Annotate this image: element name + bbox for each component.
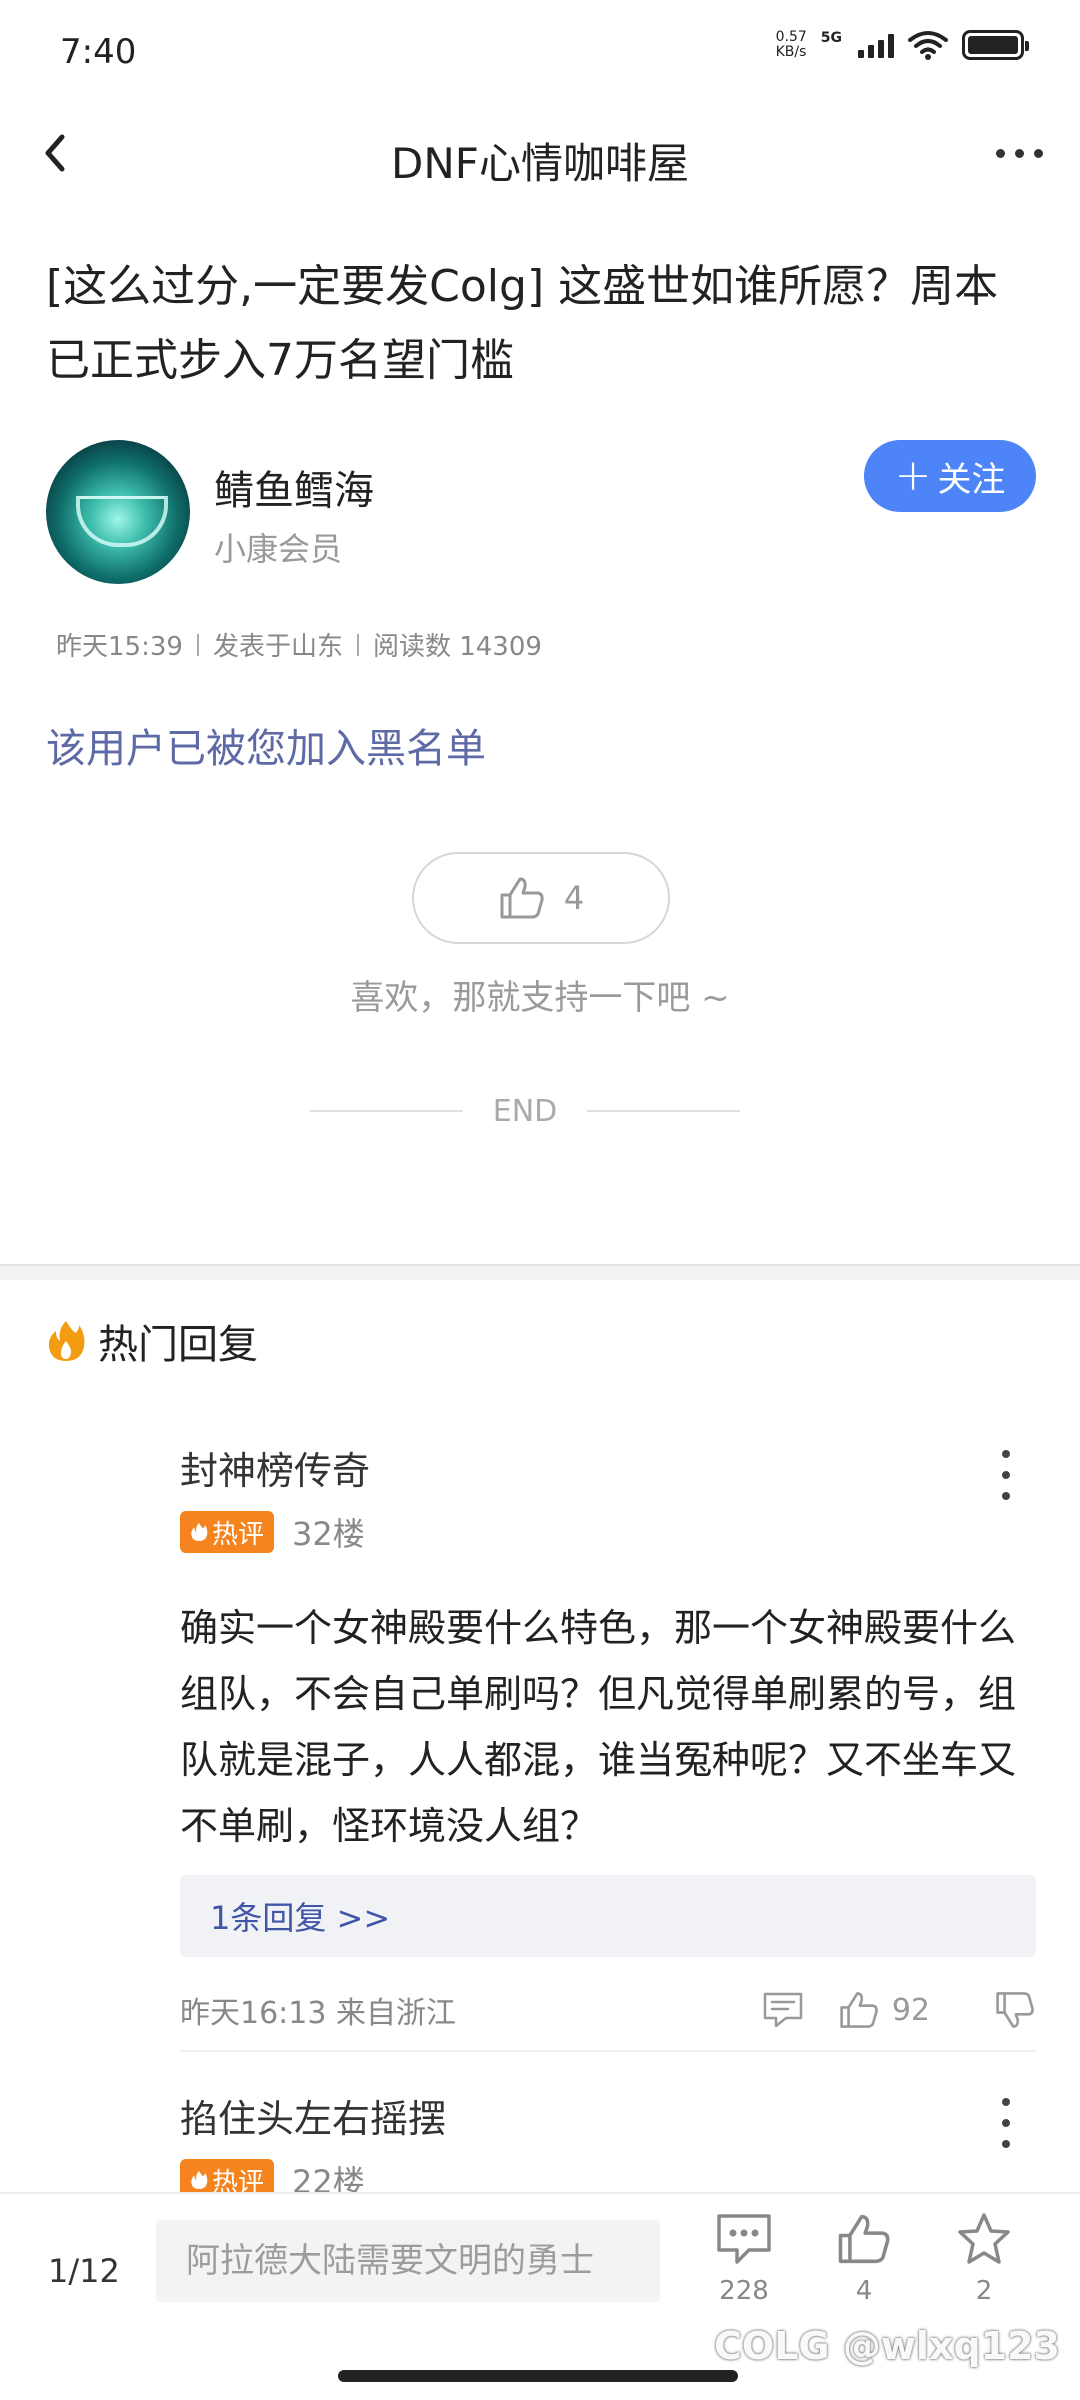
- flame-icon: [191, 2171, 208, 2189]
- follow-button[interactable]: + 关注: [864, 440, 1036, 512]
- flame-icon: [48, 1321, 85, 1361]
- follow-label: 关注: [937, 459, 1006, 500]
- thumbs-up-icon: [838, 2214, 890, 2264]
- meta-divider: [356, 633, 359, 656]
- status-bar: 7:40 0.57 KB/s 5G: [0, 0, 1080, 100]
- view-replies-link[interactable]: 1条回复 >>: [180, 1875, 1036, 1957]
- page-title: DNF心情咖啡屋: [391, 139, 689, 188]
- more-horizontal-icon: [995, 148, 1005, 158]
- avatar[interactable]: [46, 440, 190, 584]
- hot-replies-title: 热门回复: [98, 1322, 258, 1368]
- hot-replies-header: 热门回复: [46, 1312, 258, 1370]
- comment-menu-button[interactable]: [996, 1450, 1016, 1500]
- comment-menu-button[interactable]: [996, 2098, 1016, 2148]
- author-level: 小康会员: [214, 530, 343, 568]
- network-speed-unit: KB/s: [775, 44, 807, 60]
- network-speed-value: 0.57: [775, 29, 807, 45]
- home-indicator[interactable]: [338, 2370, 738, 2382]
- hot-comment-badge: 热评: [180, 1511, 275, 1553]
- signal-icon: [858, 32, 894, 58]
- comment-like-button[interactable]: 92: [838, 1990, 930, 2030]
- status-icons: 0.57 KB/s 5G: [776, 30, 1029, 60]
- comments-button[interactable]: 228: [704, 2212, 784, 2342]
- post-title: [这么过分,一定要发Colg] 这盛世如谁所愿？周本已正式步入7万名望门槛: [46, 261, 999, 386]
- post-like-button[interactable]: 4: [412, 852, 670, 944]
- commenter-name[interactable]: 封神榜传奇: [180, 1440, 1036, 1495]
- comment-floor: 32楼: [292, 1515, 365, 1553]
- post-reads: 阅读数 14309: [372, 632, 542, 662]
- blocked-notice: 该用户已被您加入黑名单: [46, 726, 486, 772]
- post-like-count: 4: [563, 879, 585, 917]
- end-label: END: [492, 1093, 558, 1129]
- thumbs-up-icon: [500, 877, 544, 919]
- wifi-icon: [908, 31, 948, 60]
- post-time: 昨天15:39: [56, 632, 183, 662]
- status-time: 7:40: [60, 32, 137, 72]
- bottom-bar: 1/12 228 4 2 COLG @wlxq123: [0, 2192, 1080, 2400]
- post-location: 发表于山东: [212, 632, 343, 662]
- comment-dislike-button[interactable]: [994, 1990, 1036, 2030]
- battery-fill: [968, 36, 1018, 54]
- favorites-count: 2: [975, 2276, 993, 2306]
- plus-icon: +: [894, 450, 932, 501]
- author-card: 鲭鱼鳕海 小康会员 + 关注: [46, 440, 1036, 590]
- author-name[interactable]: 鲭鱼鳕海: [214, 458, 374, 516]
- more-button[interactable]: [984, 128, 1054, 178]
- favorite-button[interactable]: 2: [944, 2212, 1024, 2342]
- comment-icon: [717, 2214, 771, 2264]
- more-vertical-icon: [1002, 2098, 1010, 2106]
- comments-count: 228: [719, 2276, 769, 2306]
- badge-label: 热评: [212, 1519, 265, 1550]
- thumbs-up-icon: [840, 1992, 878, 2028]
- comment-icon: [763, 1992, 803, 2028]
- comment-item: 掐住头左右摇摆 热评 22楼: [180, 2088, 1036, 2203]
- commenter-name[interactable]: 掐住头左右摇摆: [180, 2088, 1036, 2143]
- star-icon: [958, 2213, 1010, 2264]
- comment-like-count: 92: [891, 1992, 930, 2028]
- comment-time: 昨天16:13 来自浙江: [180, 1996, 456, 2031]
- top-nav: DNF心情咖啡屋: [0, 110, 1080, 200]
- flame-icon: [191, 1523, 208, 1541]
- end-line-left: [310, 1110, 463, 1112]
- comment-actions: 92: [762, 1990, 1036, 2030]
- page-indicator[interactable]: 1/12: [48, 2252, 120, 2290]
- comment-reply-button[interactable]: [762, 1990, 804, 2030]
- comment-item: 封神榜传奇 热评 32楼 确实一个女神殿要什么特色，那一个女神殿要什么组队，不会…: [180, 1440, 1036, 2035]
- comment-divider: [180, 2050, 1036, 2052]
- likes-count: 4: [855, 2276, 873, 2306]
- thumbs-down-icon: [996, 1992, 1034, 2028]
- watermark: COLG @wlxq123: [714, 2324, 1060, 2368]
- section-divider: [0, 1264, 1080, 1280]
- end-marker: END: [310, 1090, 740, 1132]
- end-line-right: [587, 1110, 740, 1112]
- battery-icon: [962, 30, 1029, 60]
- comment-body: 确实一个女神殿要什么特色，那一个女神殿要什么组队，不会自己单刷吗？但凡觉得单刷累…: [180, 1606, 1017, 1848]
- network-type: 5G: [820, 30, 842, 46]
- like-button[interactable]: 4: [824, 2212, 904, 2342]
- reply-input[interactable]: [156, 2220, 660, 2302]
- like-hint: 喜欢，那就支持一下吧 ~: [350, 978, 730, 1018]
- comment-footer: 昨天16:13 来自浙江 92: [180, 1985, 1036, 2035]
- post-meta: 昨天15:39 发表于山东 阅读数 14309: [56, 626, 542, 663]
- network-speed: 0.57 KB/s: [776, 30, 807, 60]
- meta-divider: [196, 633, 199, 656]
- comment-tags: 热评 32楼: [180, 1509, 1036, 1555]
- more-vertical-icon: [1002, 1450, 1010, 1458]
